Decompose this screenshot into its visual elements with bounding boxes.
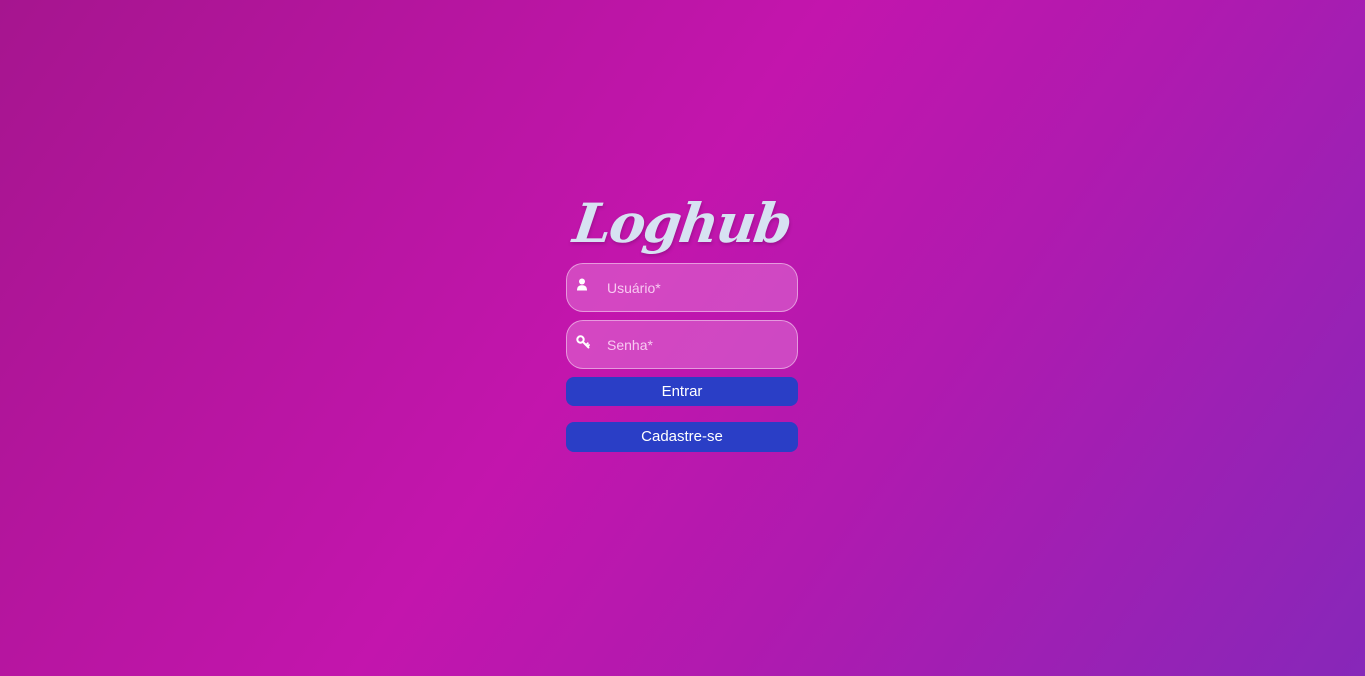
username-field[interactable] <box>566 263 798 312</box>
password-field[interactable] <box>566 320 798 369</box>
login-container: Loghub Entrar Cadastre-se <box>566 186 798 452</box>
app-logo: Loghub <box>569 191 795 255</box>
login-button[interactable]: Entrar <box>566 377 798 406</box>
register-button[interactable]: Cadastre-se <box>566 422 798 452</box>
key-icon <box>576 335 590 349</box>
user-icon <box>576 278 590 292</box>
username-input[interactable] <box>607 264 787 311</box>
password-input[interactable] <box>607 321 787 368</box>
